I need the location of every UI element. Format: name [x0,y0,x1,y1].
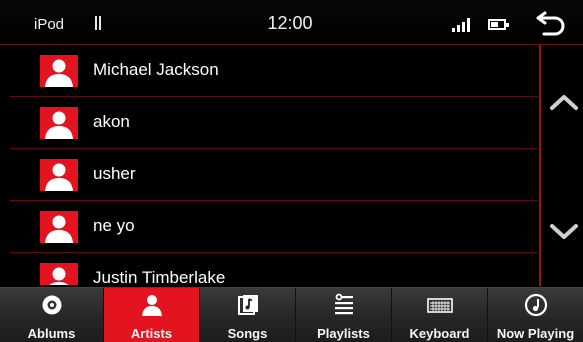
tab-playlists[interactable]: Playlists [296,288,392,342]
ipod-screen: iPod 12:00 Michael Jackson akon usher ne… [0,0,583,342]
disc-icon [42,295,61,315]
tab-now-playing[interactable]: Now Playing [488,288,583,342]
artist-name: Michael Jackson [93,60,219,79]
back-icon[interactable] [535,9,567,39]
list-divider [539,45,541,286]
list-item[interactable]: ne yo [10,201,538,253]
person-icon [40,55,78,87]
keyboard-icon [426,298,453,313]
person-icon [40,107,78,139]
tab-label: Songs [227,326,268,341]
person-icon [40,211,78,243]
tab-label: Artists [130,326,173,341]
signal-icon [452,17,474,32]
artist-name: ne yo [93,216,135,235]
pause-icon[interactable] [95,16,103,30]
artist-name: Justin Timberlake [93,268,226,285]
tab-label: Now Playing [496,326,575,341]
music-note-icon [237,295,258,315]
tab-label: Ablums [27,326,76,341]
list-item[interactable]: Justin Timberlake [10,253,538,285]
source-label: iPod [34,16,65,33]
list-item[interactable]: Michael Jackson [10,45,538,97]
battery-icon [488,19,509,30]
playlist-icon [334,293,353,315]
clock: 12:00 [267,13,313,33]
tab-label: Keyboard [409,326,470,341]
tab-bar: Ablums Artists Songs Playlists Keyboard … [0,287,583,342]
artist-name: usher [93,164,136,183]
tab-keyboard[interactable]: Keyboard [392,288,488,342]
person-icon [40,263,78,285]
list-item[interactable]: usher [10,149,538,201]
scroll-up-icon[interactable] [549,92,579,112]
tab-albums[interactable]: Ablums [0,288,104,342]
person-icon [40,159,78,191]
scroll-down-icon[interactable] [549,222,579,242]
list-item[interactable]: akon [10,97,538,149]
artist-name: akon [93,112,130,131]
person-icon [141,295,162,316]
now-playing-icon [524,293,547,317]
tab-artists[interactable]: Artists [104,288,200,342]
tab-label: Playlists [317,326,370,341]
artist-list: Michael Jackson akon usher ne yo Justin … [10,45,538,285]
tab-songs[interactable]: Songs [200,288,296,342]
status-bar: iPod 12:00 [0,0,583,45]
